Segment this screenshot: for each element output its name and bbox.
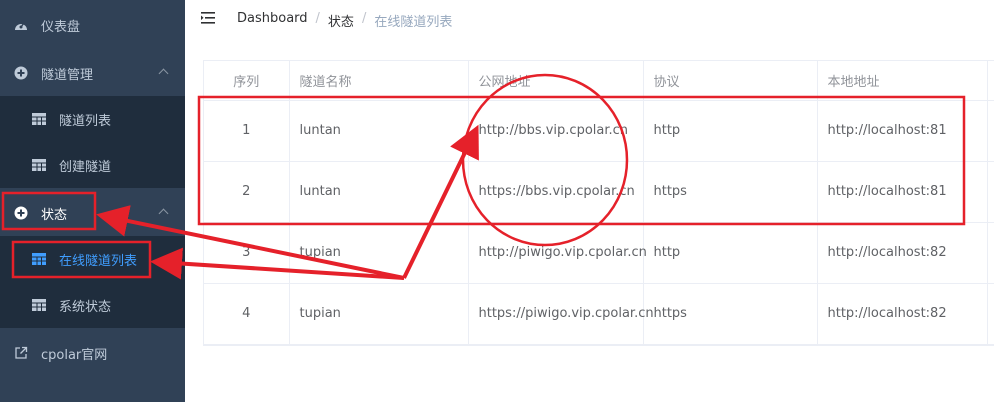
breadcrumb-current: 在线隧道列表 xyxy=(374,15,453,30)
table-row: 3 tupian http://piwigo.vip.cpolar.cn htt… xyxy=(204,222,994,284)
table-icon xyxy=(32,159,46,171)
column-header-public-url: 公网地址 xyxy=(468,61,644,101)
cell-public-url[interactable]: https://bbs.vip.cpolar.cn xyxy=(468,161,644,223)
table-icon xyxy=(32,299,46,311)
sidebar-item-dashboard[interactable]: 仪表盘 xyxy=(0,0,185,50)
plus-circle-icon xyxy=(14,206,28,220)
sidebar-item-online-tunnels[interactable]: 在线隧道列表 xyxy=(0,236,185,282)
online-tunnel-table: 序列 隧道名称 公网地址 协议 本地地址 1 luntan http://bbs… xyxy=(203,60,994,346)
chevron-up-icon xyxy=(158,208,169,219)
cell-public-url[interactable]: http://bbs.vip.cpolar.cn xyxy=(468,100,644,162)
sidebar-item-cpolar-site[interactable]: cpolar官网 xyxy=(0,328,185,378)
plus-circle-icon xyxy=(14,66,28,80)
cell-local-address: http://localhost:81 xyxy=(817,100,988,162)
sidebar-item-label: 隧道列表 xyxy=(59,113,112,129)
sidebar-item-system-status[interactable]: 系统状态 xyxy=(0,282,185,328)
breadcrumb-status[interactable]: 状态 xyxy=(328,11,354,30)
sidebar: 仪表盘 隧道管理 隧道列表 创建隧道 状态 在线隧道列表 系统状态 cpolar… xyxy=(0,0,185,402)
cell-protocol: http xyxy=(643,100,818,162)
cell-public-url[interactable]: https://piwigo.vip.cpolar.cn xyxy=(468,283,654,345)
cell-index: 2 xyxy=(204,161,290,223)
table-row: 2 luntan https://bbs.vip.cpolar.cn https… xyxy=(204,161,994,223)
table-row: 1 luntan http://bbs.vip.cpolar.cn http h… xyxy=(204,100,994,162)
cell-extra xyxy=(987,222,994,284)
column-header-extra xyxy=(987,61,994,101)
cell-name: luntan xyxy=(289,161,469,223)
top-navbar: Dashboard / 状态 / 在线隧道列表 xyxy=(185,0,994,38)
cell-name: tupian xyxy=(289,283,469,345)
cell-local-address: http://localhost:81 xyxy=(817,161,988,223)
sidebar-item-label: 仪表盘 xyxy=(41,19,81,35)
column-header-local-address: 本地地址 xyxy=(817,61,988,101)
breadcrumb-separator: / xyxy=(315,11,320,26)
cell-public-url[interactable]: http://piwigo.vip.cpolar.cn xyxy=(468,222,647,284)
cell-protocol: https xyxy=(643,161,818,223)
table-header-row: 序列 隧道名称 公网地址 协议 本地地址 xyxy=(204,61,994,101)
sidebar-item-label: 隧道管理 xyxy=(41,67,94,83)
cell-name: luntan xyxy=(289,100,469,162)
table-row: 4 tupian https://piwigo.vip.cpolar.cn ht… xyxy=(204,283,994,345)
dashboard-icon xyxy=(14,18,28,32)
breadcrumb-separator: / xyxy=(361,11,367,26)
column-header-index: 序列 xyxy=(204,61,290,101)
sidebar-item-status[interactable]: 状态 xyxy=(0,188,185,238)
cell-protocol: https xyxy=(643,283,818,345)
column-header-protocol: 协议 xyxy=(643,61,818,101)
sidebar-item-label: 系统状态 xyxy=(59,299,112,315)
breadcrumb: Dashboard / 状态 / 在线隧道列表 xyxy=(237,11,452,30)
hamburger-menu-icon[interactable] xyxy=(201,12,215,24)
cell-name: tupian xyxy=(289,222,469,284)
sidebar-item-tunnel-list[interactable]: 隧道列表 xyxy=(0,96,185,142)
sidebar-item-label: cpolar官网 xyxy=(41,347,108,363)
table-icon xyxy=(32,253,46,265)
cell-index: 3 xyxy=(204,222,290,284)
external-link-icon xyxy=(14,346,28,360)
cell-local-address: http://localhost:82 xyxy=(817,283,988,345)
cell-local-address: http://localhost:82 xyxy=(817,222,988,284)
cell-index: 1 xyxy=(204,100,290,162)
sidebar-item-tunnel-manage[interactable]: 隧道管理 xyxy=(0,48,185,98)
cell-protocol: http xyxy=(643,222,818,284)
sidebar-item-label: 创建隧道 xyxy=(59,159,112,175)
chevron-up-icon xyxy=(158,68,169,79)
sidebar-item-label: 状态 xyxy=(41,207,68,223)
cell-extra xyxy=(987,161,994,223)
table-icon xyxy=(32,113,46,125)
cell-index: 4 xyxy=(204,283,290,345)
cell-extra xyxy=(987,283,994,345)
sidebar-item-label: 在线隧道列表 xyxy=(59,253,138,269)
sidebar-item-create-tunnel[interactable]: 创建隧道 xyxy=(0,142,185,188)
breadcrumb-dashboard[interactable]: Dashboard xyxy=(237,11,308,30)
column-header-name: 隧道名称 xyxy=(289,61,469,101)
cell-extra xyxy=(987,100,994,162)
